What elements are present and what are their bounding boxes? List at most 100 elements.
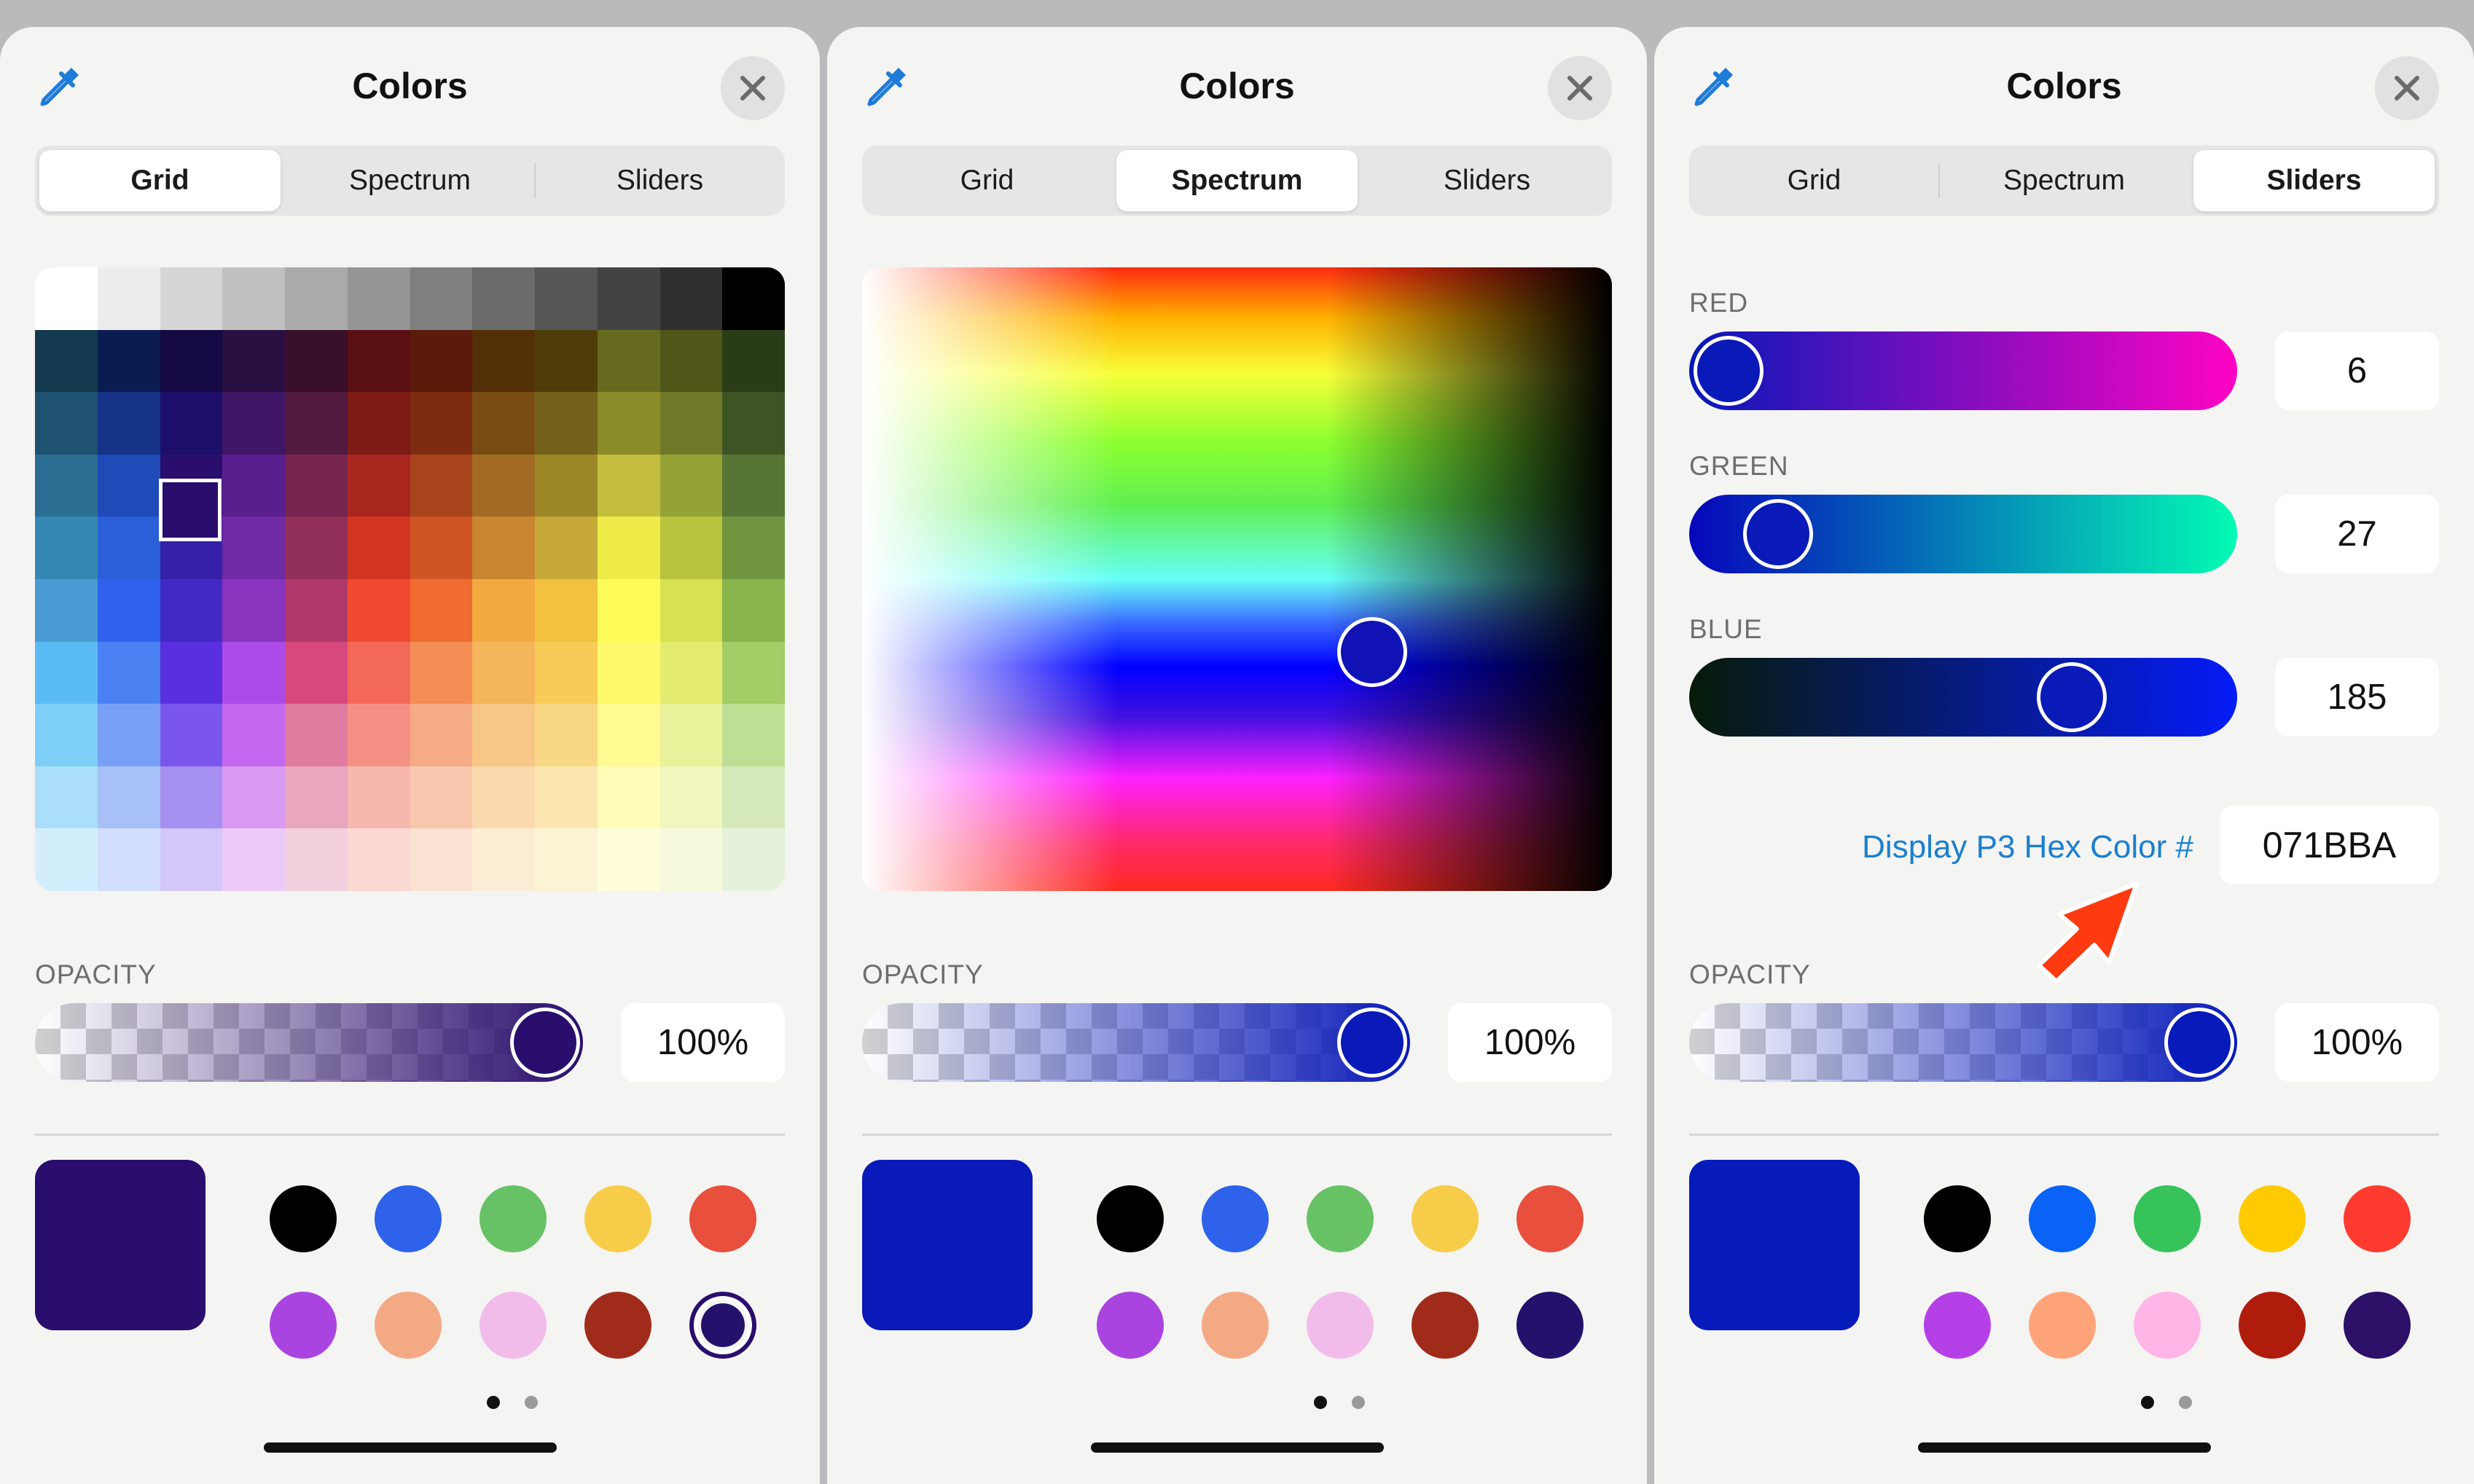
grid-color-cell[interactable] [347,766,410,829]
grid-color-cell[interactable] [160,704,223,766]
favorite-color-swatch[interactable] [584,1185,651,1252]
tab-sliders[interactable]: Sliders [2193,150,2435,211]
opacity-value[interactable]: 100% [1448,1003,1612,1082]
favorite-color-swatch[interactable] [479,1185,547,1252]
grid-color-cell[interactable] [97,517,160,579]
grid-color-cell[interactable] [97,704,160,766]
grid-color-cell[interactable] [472,641,535,704]
grid-color-cell[interactable] [97,454,160,517]
grid-color-cell[interactable] [535,578,598,642]
favorite-color-swatch[interactable] [689,1292,756,1359]
grid-color-cell[interactable] [160,578,223,642]
grid-color-cell[interactable] [347,704,410,766]
grid-color-cell[interactable] [35,329,98,393]
grid-color-cell[interactable] [35,766,98,829]
grid-color-cell[interactable] [659,766,723,829]
grid-color-cell[interactable] [597,454,660,517]
current-color-swatch[interactable] [1689,1160,1860,1330]
color-grid[interactable] [35,267,785,891]
page-indicator-dot-1[interactable] [1314,1396,1327,1409]
page-indicator-dot-2[interactable] [1352,1396,1365,1409]
grid-color-cell[interactable] [35,392,98,455]
grid-color-cell[interactable] [222,517,285,579]
grid-color-cell[interactable] [97,392,160,455]
green-value-field[interactable]: 27 [2275,495,2439,573]
grid-color-cell[interactable] [35,267,98,330]
grid-color-cell[interactable] [597,828,660,891]
grid-color-cell[interactable] [160,641,223,704]
grid-color-cell[interactable] [472,828,535,891]
grid-color-cell[interactable] [722,641,785,704]
close-button[interactable] [2375,56,2439,120]
grid-color-cell[interactable] [472,766,535,829]
grid-color-cell[interactable] [222,641,285,704]
favorite-color-swatch[interactable] [1924,1185,1991,1252]
opacity-value[interactable]: 100% [621,1003,785,1082]
grid-color-cell[interactable] [347,578,410,642]
grid-color-cell[interactable] [410,517,473,579]
favorite-color-swatch[interactable] [375,1292,442,1359]
red-slider-knob[interactable] [1694,336,1763,406]
grid-color-cell[interactable] [222,766,285,829]
grid-color-cell[interactable] [97,641,160,704]
grid-color-cell[interactable] [222,578,285,642]
favorite-color-swatch[interactable] [1516,1292,1584,1359]
grid-color-cell[interactable] [659,828,723,891]
favorite-color-swatch[interactable] [1924,1292,1991,1359]
page-indicator-dot-1[interactable] [2141,1396,2154,1409]
favorite-color-swatch[interactable] [2134,1292,2201,1359]
grid-color-cell[interactable] [659,517,723,579]
grid-color-cell[interactable] [597,578,660,642]
grid-color-cell[interactable] [97,766,160,829]
favorite-color-swatch[interactable] [1307,1292,1374,1359]
grid-color-cell[interactable] [722,454,785,517]
tab-sliders[interactable]: Sliders [1366,150,1608,211]
grid-color-cell[interactable] [35,704,98,766]
grid-color-cell[interactable] [285,329,348,393]
tab-spectrum[interactable]: Spectrum [289,150,531,211]
grid-color-cell[interactable] [410,704,473,766]
opacity-slider-knob[interactable] [1337,1008,1407,1077]
grid-color-cell[interactable] [347,517,410,579]
grid-color-cell[interactable] [222,392,285,455]
tab-spectrum[interactable]: Spectrum [1116,150,1358,211]
grid-color-cell[interactable] [659,392,723,455]
red-slider[interactable] [1689,331,2237,410]
favorite-color-swatch[interactable] [2029,1185,2096,1252]
current-color-swatch[interactable] [862,1160,1033,1330]
grid-color-cell[interactable] [410,454,473,517]
grid-color-cell[interactable] [35,641,98,704]
grid-color-cell[interactable] [722,704,785,766]
grid-color-cell[interactable] [160,329,223,393]
grid-color-cell[interactable] [472,454,535,517]
grid-color-cell[interactable] [97,267,160,330]
grid-color-cell[interactable] [472,267,535,330]
grid-color-cell[interactable] [722,828,785,891]
grid-color-cell[interactable] [472,517,535,579]
grid-color-cell[interactable] [222,704,285,766]
grid-color-cell[interactable] [597,267,660,330]
grid-color-cell[interactable] [535,766,598,829]
tab-grid[interactable]: Grid [866,150,1108,211]
grid-color-cell[interactable] [97,828,160,891]
favorite-color-swatch[interactable] [1202,1185,1269,1252]
green-slider-knob[interactable] [1743,499,1813,569]
tab-grid[interactable]: Grid [1694,150,1935,211]
opacity-slider-knob[interactable] [2164,1008,2234,1077]
grid-color-cell[interactable] [659,329,723,393]
grid-color-cell[interactable] [722,517,785,579]
grid-color-cell[interactable] [597,704,660,766]
grid-color-cell[interactable] [659,454,723,517]
grid-color-cell[interactable] [722,766,785,829]
favorite-color-swatch[interactable] [1516,1185,1584,1252]
grid-color-cell[interactable] [222,828,285,891]
grid-color-cell[interactable] [410,766,473,829]
grid-color-cell[interactable] [160,392,223,455]
favorite-color-swatch[interactable] [584,1292,651,1359]
grid-color-cell[interactable] [160,267,223,330]
hex-color-field[interactable]: 071BBA [2220,806,2439,884]
grid-color-cell[interactable] [535,828,598,891]
favorite-color-swatch[interactable] [2239,1292,2306,1359]
grid-color-cell[interactable] [160,766,223,829]
grid-color-cell[interactable] [410,578,473,642]
